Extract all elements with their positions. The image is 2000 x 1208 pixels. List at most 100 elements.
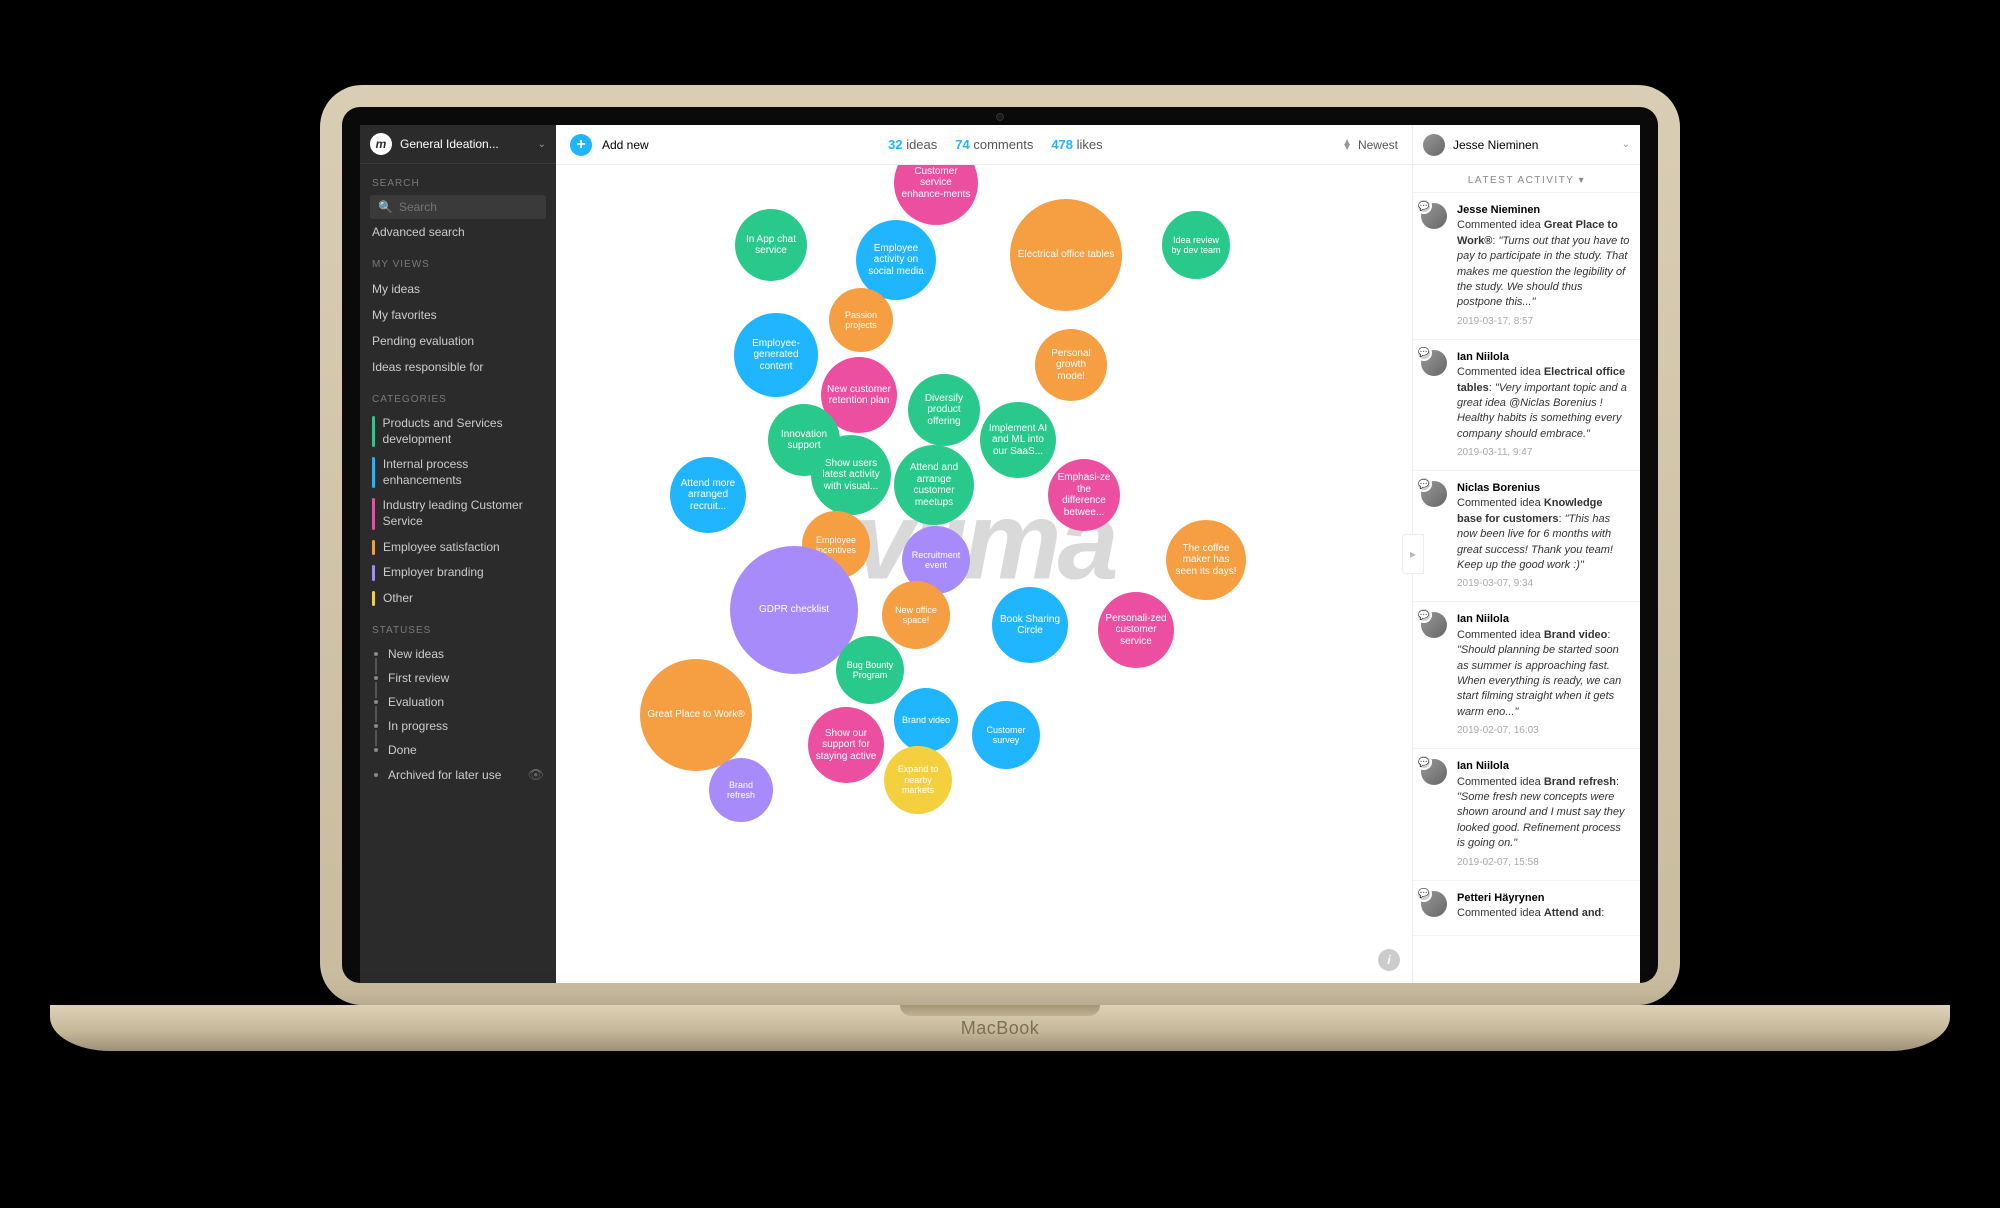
status-item[interactable]: First review [360, 666, 556, 690]
eye-off-icon: 👁 [527, 767, 544, 783]
category-item[interactable]: Products and Services development [360, 411, 556, 452]
activity-item[interactable]: 💬 Jesse Nieminen Commented idea Great Pl… [1413, 193, 1640, 340]
idea-bubble[interactable]: In App chat service [735, 209, 807, 281]
status-archived[interactable]: Archived for later use 👁 [360, 762, 556, 788]
activity-item[interactable]: 💬 Niclas Borenius Commented idea Knowled… [1413, 471, 1640, 602]
app-screen: m General Ideation... ⌄ SEARCH 🔍 Advance… [360, 125, 1640, 983]
idea-bubble[interactable]: Personal growth model [1035, 329, 1107, 401]
idea-bubble[interactable]: Customer service enhance-ments [894, 165, 978, 225]
category-label: Employee satisfaction [383, 540, 500, 556]
idea-bubble[interactable]: Diversify product offering [908, 374, 980, 446]
activity-idea-name: Brand refresh [1544, 776, 1616, 788]
category-item[interactable]: Employer branding [360, 560, 556, 586]
chevron-down-icon: ⌄ [538, 139, 546, 150]
category-item[interactable]: Other [360, 586, 556, 612]
idea-canvas[interactable]: viima i Customer service enhance-mentsIn… [556, 165, 1412, 983]
idea-bubble[interactable]: Electrical office tables [1010, 199, 1122, 311]
activity-item[interactable]: 💬 Ian Niilola Commented idea Brand video… [1413, 602, 1640, 749]
activity-user-name: Ian Niilola [1457, 759, 1630, 774]
search-section-label: SEARCH [360, 164, 556, 195]
activity-user-name: Jesse Nieminen [1457, 203, 1630, 218]
idea-bubble[interactable]: Attend more arranged recruit... [670, 457, 746, 533]
category-color-icon [372, 457, 375, 488]
search-input-wrap[interactable]: 🔍 [370, 195, 546, 219]
activity-item[interactable]: 💬 Ian Niilola Commented idea Brand refre… [1413, 749, 1640, 880]
workspace-switcher[interactable]: m General Ideation... ⌄ [360, 125, 556, 164]
idea-bubble[interactable]: Great Place to Work® [640, 659, 752, 771]
idea-bubble[interactable]: Book Sharing Circle [992, 587, 1068, 663]
category-color-icon [372, 540, 375, 556]
info-icon[interactable]: i [1378, 949, 1400, 971]
laptop-frame: m General Ideation... ⌄ SEARCH 🔍 Advance… [320, 85, 1680, 1005]
activity-action: Commented idea [1457, 629, 1544, 641]
sort-dropdown[interactable]: ▲▼ Newest [1342, 138, 1398, 152]
workspace-name: General Ideation... [400, 137, 530, 151]
user-menu[interactable]: Jesse Nieminen ⌄ [1413, 125, 1640, 165]
category-label: Employer branding [383, 565, 484, 581]
idea-bubble[interactable]: The coffee maker has seen its days! [1166, 520, 1246, 600]
category-color-icon [372, 498, 375, 529]
idea-bubble[interactable]: Show our support for staying active [808, 707, 884, 783]
advanced-search-link[interactable]: Advanced search [360, 219, 556, 245]
myview-item[interactable]: Ideas responsible for [360, 354, 556, 380]
status-item[interactable]: Evaluation [360, 690, 556, 714]
category-item[interactable]: Internal process enhancements [360, 452, 556, 493]
search-input[interactable] [399, 200, 554, 214]
sidebar: m General Ideation... ⌄ SEARCH 🔍 Advance… [360, 125, 556, 983]
status-item[interactable]: In progress [360, 714, 556, 738]
status-dot-icon [372, 722, 380, 730]
chevron-down-icon: ⌄ [1622, 139, 1630, 150]
idea-bubble[interactable]: Employee- generated content [734, 313, 818, 397]
main-area: + Add new 32 ideas 74 comments 478 likes… [556, 125, 1412, 983]
add-new-label[interactable]: Add new [602, 138, 649, 152]
laptop-base: MacBook [50, 1005, 1950, 1051]
status-item[interactable]: Done [360, 738, 556, 762]
comment-icon: 💬 [1416, 476, 1432, 492]
stat-comments: 74 comments [955, 137, 1033, 152]
category-item[interactable]: Industry leading Customer Service [360, 493, 556, 534]
idea-bubble[interactable]: Brand video [894, 688, 958, 752]
activity-user-name: Ian Niilola [1457, 612, 1630, 627]
idea-bubble[interactable]: Emphasi-ze the difference betwee... [1048, 459, 1120, 531]
myview-item[interactable]: My favorites [360, 302, 556, 328]
status-dot-icon [372, 746, 380, 754]
activity-item[interactable]: 💬 Ian Niilola Commented idea Electrical … [1413, 340, 1640, 471]
idea-bubble[interactable]: Customer survey [972, 701, 1040, 769]
status-dot-icon [372, 674, 380, 682]
idea-bubble[interactable]: New office space! [882, 581, 950, 649]
app-logo-icon: m [370, 133, 392, 155]
activity-user-name: Ian Niilola [1457, 350, 1630, 365]
idea-bubble[interactable]: Bug Bounty Program [836, 636, 904, 704]
activity-timestamp: 2019-03-17, 8:57 [1457, 315, 1630, 329]
myview-item[interactable]: My ideas [360, 276, 556, 302]
comment-icon: 💬 [1416, 198, 1432, 214]
sort-label: Newest [1358, 138, 1398, 152]
activity-action: Commented idea [1457, 366, 1544, 378]
myview-item[interactable]: Pending evaluation [360, 328, 556, 354]
category-item[interactable]: Employee satisfaction [360, 535, 556, 561]
idea-bubble[interactable]: Idea review by dev team [1162, 211, 1230, 279]
idea-bubble[interactable]: Attend and arrange customer meetups [894, 445, 974, 525]
activity-idea-name: Attend and [1544, 907, 1601, 919]
toolbar: + Add new 32 ideas 74 comments 478 likes… [556, 125, 1412, 165]
activity-item[interactable]: 💬 Petteri Häyrynen Commented idea Attend… [1413, 881, 1640, 937]
idea-bubble[interactable]: Show users latest activity with visual..… [811, 435, 891, 515]
idea-bubble[interactable]: Brand refresh [709, 758, 773, 822]
add-new-button[interactable]: + [570, 134, 592, 156]
comment-icon: 💬 [1416, 345, 1432, 361]
activity-action: Commented idea [1457, 219, 1544, 231]
activity-header[interactable]: LATEST ACTIVITY ▾ [1413, 165, 1640, 193]
idea-bubble[interactable]: Implement AI and ML into our SaaS... [980, 402, 1056, 478]
activity-user-name: Niclas Borenius [1457, 481, 1630, 496]
idea-bubble[interactable]: Expand to nearby markets [884, 746, 952, 814]
status-item[interactable]: New ideas [360, 642, 556, 666]
status-dot-icon [372, 698, 380, 706]
webcam [996, 113, 1004, 121]
activity-action: Commented idea [1457, 907, 1544, 919]
right-panel: ▸ Jesse Nieminen ⌄ LATEST ACTIVITY ▾ 💬 J… [1412, 125, 1640, 983]
idea-bubble[interactable]: Passion projects [829, 288, 893, 352]
activity-timestamp: 2019-02-07, 15:58 [1457, 856, 1630, 870]
stat-ideas: 32 ideas [888, 137, 937, 152]
idea-bubble[interactable]: Personali-zed customer service [1098, 592, 1174, 668]
status-label: First review [388, 671, 449, 685]
